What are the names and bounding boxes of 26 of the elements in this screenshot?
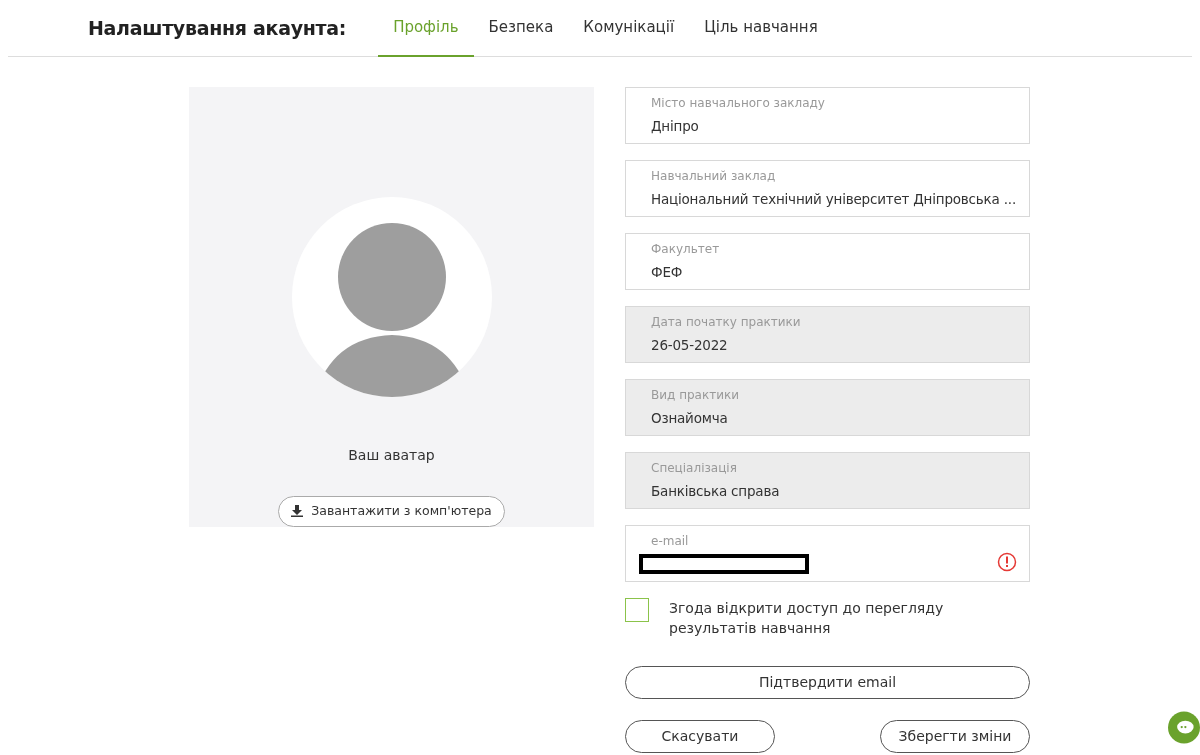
tab[interactable]: Ціль навчання	[689, 0, 833, 57]
field-value: Банківська справа	[651, 482, 780, 501]
avatar-caption: Ваш аватар	[348, 446, 435, 465]
tab[interactable]: Безпека	[473, 0, 569, 57]
tab[interactable]: Комунікації	[568, 0, 690, 57]
field-label: Дата початку практики	[651, 314, 802, 331]
field-value: Дніпро	[651, 117, 699, 136]
upload-button[interactable]: Завантажити з комп'ютера	[278, 496, 505, 527]
field-value: Національний технічний університет Дніпровська ...	[651, 190, 1016, 209]
field-value: 26-05-2022	[651, 336, 728, 355]
field-label: Вид практики	[651, 387, 741, 404]
consent-label: Згода відкрити доступ до перегляду результатів навчання	[669, 599, 945, 638]
confirm-email-button[interactable]: Підтвердити email	[625, 666, 1030, 699]
page-title: Налаштування акаунта:	[88, 15, 347, 41]
field-label: Спеціалізація	[651, 460, 738, 477]
cancel-button[interactable]: Скасувати	[625, 720, 775, 753]
text-field[interactable]: Місто навчального закладу Дніпро	[625, 87, 1030, 144]
field-value: Ознайомча	[651, 409, 728, 428]
field-label: Факультет	[651, 241, 721, 258]
text-field[interactable]: Навчальний заклад Національний технічний університет Дніпровська ...	[625, 160, 1030, 217]
field-label: e-mail	[651, 533, 690, 550]
field-label: Навчальний заклад	[651, 168, 777, 185]
field-value: ФЕФ	[651, 263, 683, 282]
text-field[interactable]: Факультет ФЕФ	[625, 233, 1030, 290]
save-button[interactable]: Зберегти зміни	[880, 720, 1030, 753]
field-label: Місто навчального закладу	[651, 95, 826, 112]
